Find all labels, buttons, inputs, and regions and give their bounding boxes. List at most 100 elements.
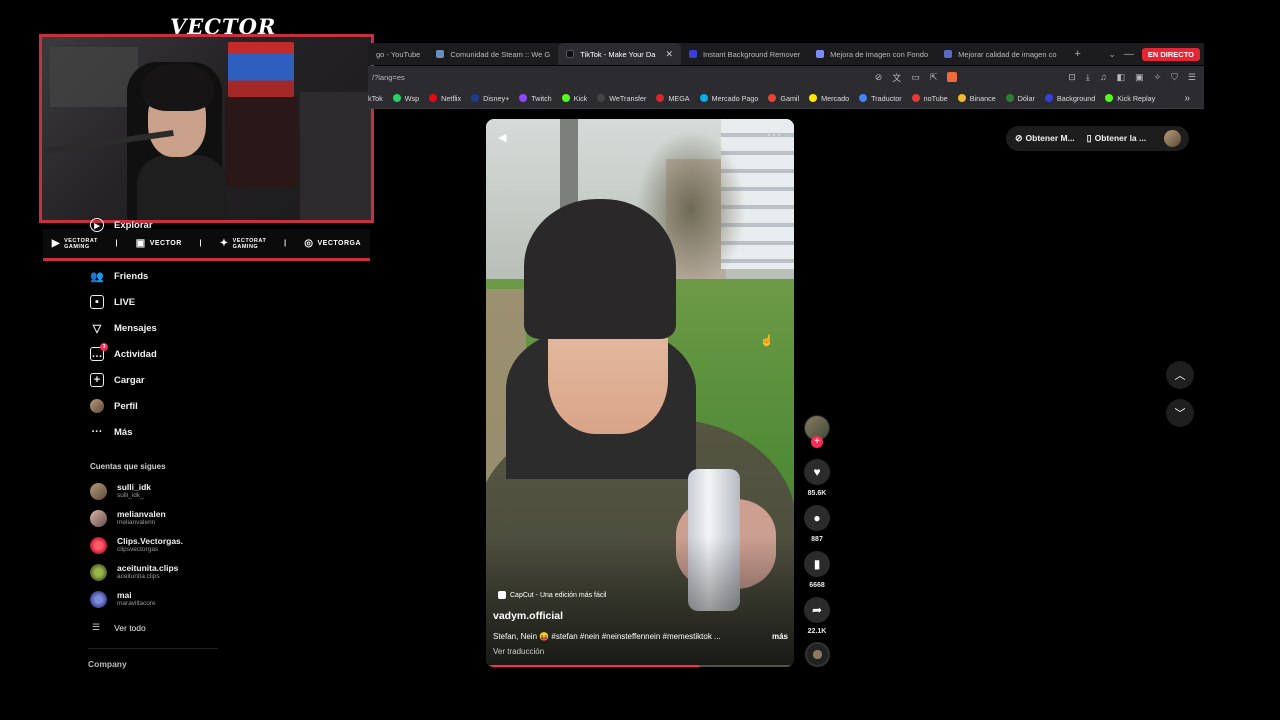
bookmark-background[interactable]: Background	[1044, 94, 1095, 103]
video-player[interactable]: ◀ ··· CapCut - Una edición más fácil vad…	[486, 119, 794, 667]
bookmark-disney[interactable]: Disney+	[471, 94, 509, 103]
bookmark-notube[interactable]: noTube	[911, 94, 948, 103]
sidebar-item-profile[interactable]: Perfil	[90, 399, 138, 413]
tab-background-remover[interactable]: Instant Background Remover	[681, 43, 808, 65]
bookmark-mercado-pago[interactable]: Mercado Pago	[699, 94, 758, 103]
remover-favicon-icon	[689, 50, 697, 58]
wallet-icon[interactable]: ▣	[1135, 72, 1144, 83]
bookmark-binance[interactable]: Binance	[957, 94, 996, 103]
tab-tiktok-active[interactable]: TikTok - Make Your Da ✕	[558, 43, 681, 65]
capcut-anchor[interactable]: CapCut - Una edición más fácil	[498, 591, 607, 599]
menu-icon[interactable]: ☰	[1188, 72, 1196, 83]
tab-label: Mejora de Imagen con Fondo	[830, 49, 929, 59]
bookmark-kick-replay[interactable]: Kick Replay	[1105, 94, 1155, 103]
bookmark-tiktok[interactable]: kTok	[368, 94, 383, 103]
bookmark-twitch[interactable]: Twitch	[519, 94, 552, 103]
brave-shield-icon[interactable]	[947, 72, 958, 82]
view-all-link[interactable]: ☰ Ver todo	[92, 622, 146, 633]
vpn-icon[interactable]: ⛉	[1171, 72, 1178, 83]
bookmark-wetransfer[interactable]: WeTransfer	[597, 94, 646, 103]
share-button[interactable]: ➦	[804, 597, 830, 623]
music-disc-icon[interactable]	[805, 642, 830, 667]
tab-label: Mejorar calidad de imagen co	[958, 49, 1057, 59]
bookmark-dolar[interactable]: Dólar	[1005, 94, 1035, 103]
tab-steam[interactable]: Comunidad de Steam :: We G	[428, 43, 558, 65]
list-item[interactable]: melianvalen melianvalenn	[90, 510, 166, 527]
previous-video-button[interactable]: ︿	[1166, 361, 1194, 389]
save-button[interactable]: ▮	[804, 551, 830, 577]
sidebar-item-live[interactable]: ▪ LIVE	[90, 295, 135, 309]
download-icon[interactable]: ⤓	[1086, 72, 1090, 83]
address-bar[interactable]: /?lang=es ⊘ 文 ▭ ⇱ ⊡ ⤓ ♫ ◧ ▣ ✧ ⛉ ☰	[368, 66, 1204, 88]
instagram-icon: ◎	[304, 238, 314, 249]
minimize-icon[interactable]: —	[1124, 49, 1134, 60]
view-all-label: Ver todo	[114, 622, 146, 633]
dollar-icon	[1005, 94, 1014, 102]
account-handle: aceitunita.clips	[117, 573, 160, 580]
tab-mejora-imagen[interactable]: Mejora de Imagen con Fondo	[808, 43, 936, 65]
bookmark-netflix[interactable]: Netflix	[429, 94, 461, 103]
translate-icon[interactable]: 文	[892, 71, 901, 84]
sidebar-icon[interactable]: ◧	[1117, 72, 1126, 83]
heart-icon: ♥	[813, 465, 821, 479]
sidebar-item-activity[interactable]: … 3 Actividad	[90, 343, 157, 361]
sidebar-item-label: Perfil	[114, 400, 138, 412]
user-avatar[interactable]	[1164, 130, 1181, 147]
tab-label: go - YouTube	[376, 49, 421, 59]
like-button[interactable]: ♥	[804, 459, 830, 485]
list-item[interactable]: Clips.Vectorgas. clipsvectorgas	[90, 537, 183, 554]
list-item[interactable]: mai maravillacore	[90, 591, 156, 608]
next-video-button[interactable]: ﹀	[1166, 399, 1194, 427]
social-youtube: ▶ VECTORAT GAMING	[52, 238, 98, 250]
tab-youtube[interactable]: go - YouTube	[368, 43, 428, 65]
screenshot-icon[interactable]: ⊡	[1068, 72, 1076, 83]
company-link[interactable]: Company	[88, 659, 127, 669]
sidebar-item-more[interactable]: ··· Más	[90, 425, 133, 439]
video-progress-bar[interactable]	[486, 665, 794, 667]
close-tab-icon[interactable]: ✕	[665, 49, 673, 60]
url-text[interactable]: /?lang=es	[372, 73, 405, 82]
youtube-icon: ▶	[51, 238, 61, 249]
social-twitch: ▣ VECTOR	[136, 238, 182, 249]
list-item[interactable]: aceitunita.clips aceitunita.clips	[90, 564, 178, 581]
no-tracking-icon[interactable]: ⊘	[875, 72, 883, 83]
bookmark-label: Kick	[573, 93, 588, 103]
extensions-icon[interactable]: ✧	[1154, 72, 1162, 83]
notification-badge: 3	[100, 343, 108, 351]
bookmark-kick[interactable]: Kick	[561, 93, 588, 103]
share-icon[interactable]: ⇱	[930, 72, 938, 83]
bookmark-mega[interactable]: MEGA	[656, 94, 690, 103]
bookmark-label: Traductor	[871, 93, 902, 103]
volume-icon[interactable]: ◀	[498, 131, 506, 144]
sidebar-item-friends[interactable]: 👥 Friends	[90, 269, 148, 283]
sidebar-item-upload[interactable]: + Cargar	[90, 373, 145, 387]
sidebar-item-explore[interactable]: ▸ Explorar	[90, 218, 153, 232]
more-options-icon[interactable]: ···	[767, 127, 782, 141]
comment-button[interactable]: ●	[804, 505, 830, 531]
bookmark-wsp[interactable]: Wsp	[392, 94, 419, 103]
sidebar-item-messages[interactable]: ▽ Mensajes	[90, 321, 157, 335]
music-icon[interactable]: ♫	[1100, 72, 1107, 82]
disney-icon	[471, 94, 480, 102]
translate-link[interactable]: Ver traducción	[493, 647, 544, 656]
list-item[interactable]: sulli_idk sulli_idk_	[90, 483, 151, 500]
webcam-arcade-screen	[228, 42, 294, 97]
get-app-button[interactable]: ⊘ Obtener M...	[1015, 133, 1075, 144]
get-app-bar: ⊘ Obtener M... ▯ Obtener la ...	[1006, 126, 1189, 151]
tab-mejorar-calidad[interactable]: Mejorar calidad de imagen co	[936, 43, 1064, 65]
account-name: sulli_idk	[117, 482, 152, 492]
chevron-down-icon[interactable]: ⌄	[1108, 49, 1116, 60]
account-name: mai	[117, 590, 132, 600]
tab-label: Comunidad de Steam :: We G	[450, 49, 551, 59]
get-desktop-app-button[interactable]: ▯ Obtener la ...	[1087, 133, 1146, 144]
new-tab-icon[interactable]: +	[1075, 48, 1081, 60]
twitch-icon	[519, 94, 528, 102]
video-username[interactable]: vadym.official	[493, 610, 563, 622]
description-more-button[interactable]: más	[772, 632, 788, 641]
bookmark-mercado[interactable]: Mercado	[809, 94, 849, 103]
reader-mode-icon[interactable]: ▭	[911, 72, 920, 83]
bookmark-gmail[interactable]: Gamil	[768, 94, 799, 103]
follow-plus-icon[interactable]: +	[811, 436, 823, 448]
bookmark-traductor[interactable]: Traductor	[859, 94, 902, 103]
chevron-right-double-icon[interactable]: »	[1184, 93, 1190, 104]
